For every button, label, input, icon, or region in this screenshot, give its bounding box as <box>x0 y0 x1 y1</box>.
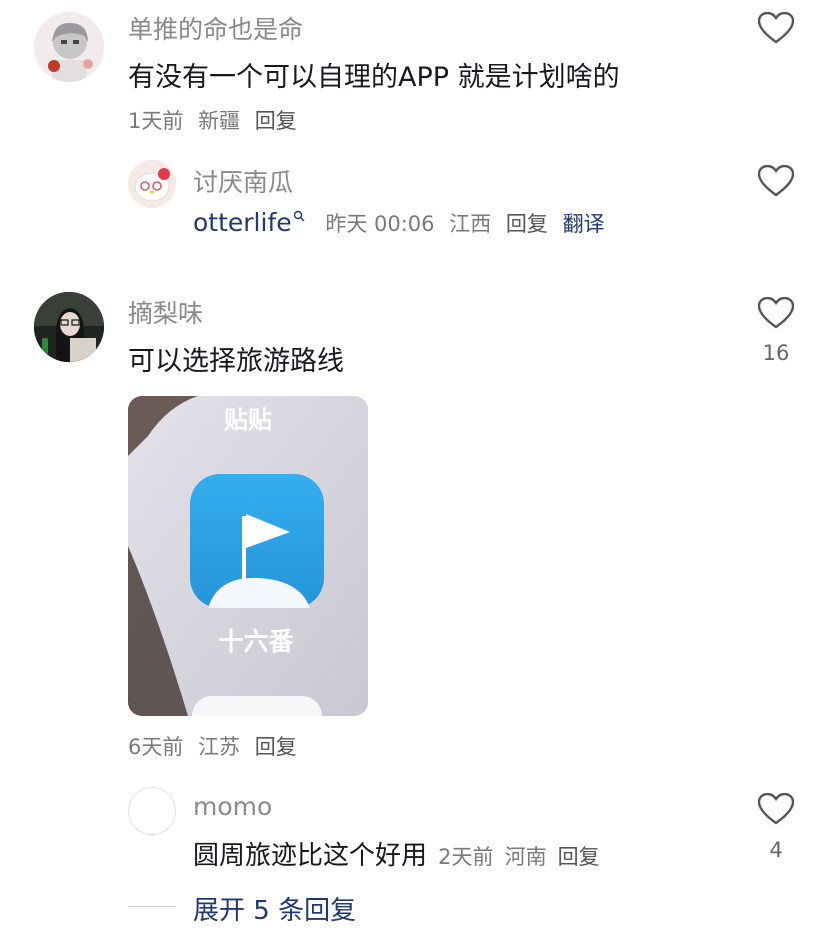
comment-meta: 1天前 新疆 回复 <box>128 105 305 135</box>
reply-button[interactable]: 回复 <box>506 212 548 236</box>
comment-username[interactable]: 摘梨味 <box>128 294 203 330</box>
reply-location: 江西 <box>449 212 492 236</box>
reply-location: 河南 <box>504 845 547 869</box>
mention-link[interactable]: otterlife <box>193 208 305 237</box>
like-heart-icon[interactable] <box>758 12 794 44</box>
avatar[interactable] <box>34 292 104 362</box>
reply-username[interactable]: 讨厌南瓜 <box>193 163 293 199</box>
like-heart-icon[interactable] <box>758 297 794 329</box>
reply-time: 2天前 <box>438 845 494 869</box>
avatar[interactable] <box>128 160 176 208</box>
image-top-label: 贴贴 <box>224 406 272 434</box>
expand-replies-button[interactable]: 展开 5 条回复 <box>193 890 356 927</box>
comment-meta: 6天前 江苏 回复 <box>128 731 305 761</box>
reply-text: 圆周旅迹比这个好用 <box>193 841 428 871</box>
comment-time: 6天前 <box>128 735 184 759</box>
reply-button[interactable]: 回复 <box>255 735 297 759</box>
mention-text: otterlife <box>193 208 292 237</box>
avatar[interactable] <box>34 12 104 82</box>
search-icon <box>293 210 305 222</box>
comment-text: 可以选择旅游路线 <box>128 346 344 377</box>
avatar[interactable] <box>128 787 176 835</box>
like-count: 16 <box>762 341 790 365</box>
reply-username[interactable]: momo <box>193 792 272 821</box>
comment-time: 1天前 <box>128 109 184 133</box>
reply-time: 昨天 00:06 <box>325 212 435 236</box>
reply-button[interactable]: 回复 <box>255 109 297 133</box>
comment-location: 新疆 <box>198 109 241 133</box>
like-count: 4 <box>769 838 783 862</box>
reply-line: 圆周旅迹比这个好用 2天前 河南 回复 <box>193 835 600 872</box>
reply-meta: otterlife 昨天 00:06 江西 回复 翻译 <box>193 208 613 238</box>
reply-button[interactable]: 回复 <box>558 845 600 869</box>
translate-button[interactable]: 翻译 <box>563 212 605 236</box>
comment-image[interactable]: 贴贴 十六番 <box>128 396 368 716</box>
like-heart-icon[interactable] <box>758 165 794 197</box>
comment-username[interactable]: 单推的命也是命 <box>128 10 303 46</box>
image-app-name: 十六番 <box>218 627 294 656</box>
comment-location: 江苏 <box>198 735 241 759</box>
comment-text: 有没有一个可以自理的APP 就是计划啥的 <box>128 62 620 93</box>
divider <box>128 906 176 907</box>
like-heart-icon[interactable] <box>758 793 794 825</box>
